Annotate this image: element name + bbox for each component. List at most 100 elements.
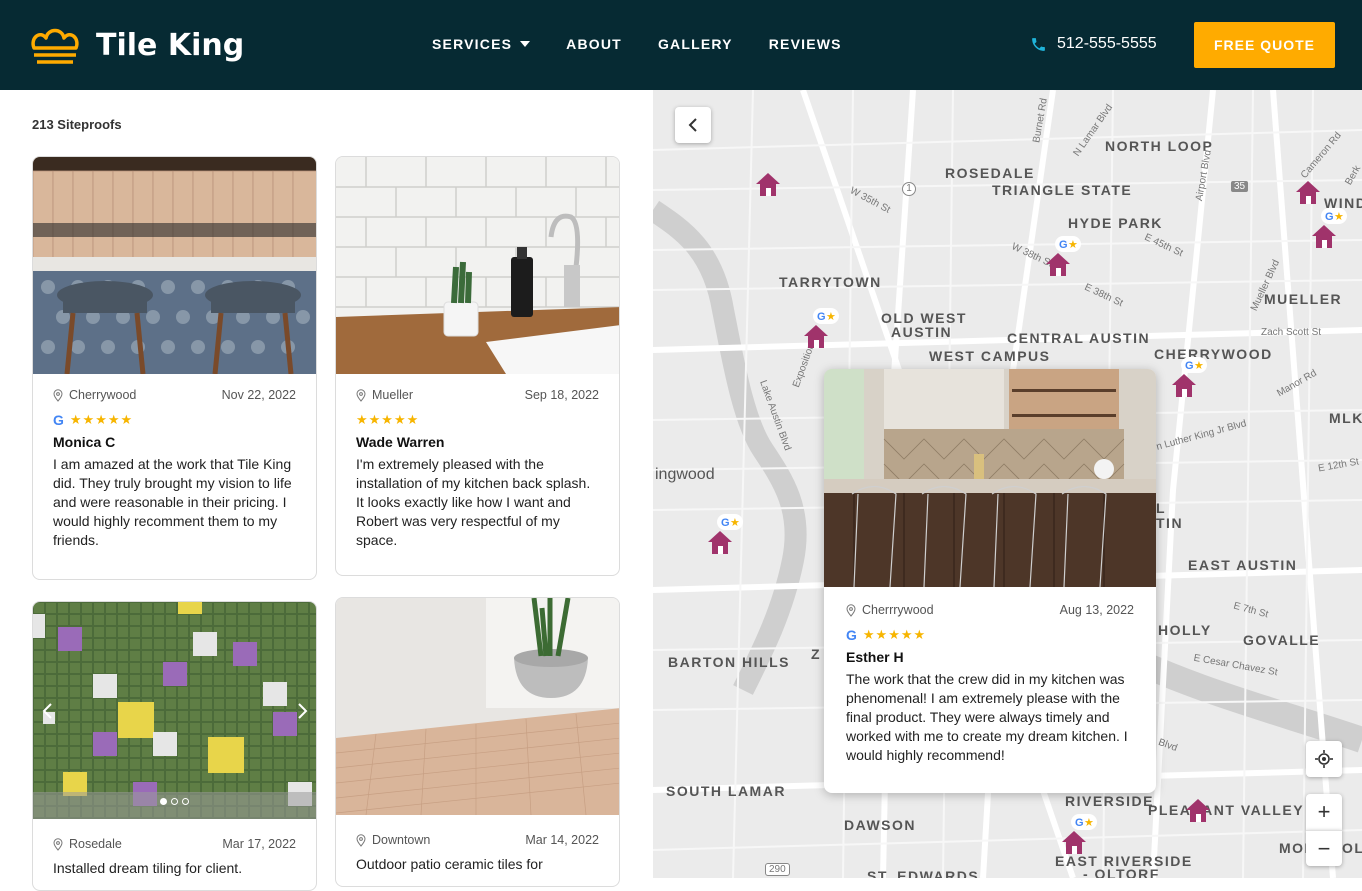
nav-gallery-label: GALLERY [657,36,733,52]
house-pin-icon[interactable] [753,170,787,200]
phone-icon [1032,37,1045,51]
location-pin-icon [356,388,366,402]
map-label: HOLLY [1158,622,1212,638]
svg-text:G: G [721,517,730,529]
map-label: MUELLER [1264,291,1343,307]
map-label: HYDE PARK [1068,215,1163,231]
map-label: - OLTORF [1083,866,1160,878]
review-pin-icon[interactable]: G ★ [801,308,841,350]
svg-text:★: ★ [730,517,740,529]
star-rating: ★★★★★ [356,412,420,427]
popup-location: Cherrrywood [846,603,934,617]
zoom-in-button[interactable]: + [1306,794,1342,830]
review-photo [336,157,619,374]
review-pin-icon[interactable]: G ★ [705,514,745,556]
crown-icon [31,28,79,64]
location-pin-icon [846,603,856,617]
svg-text:★: ★ [1194,360,1204,372]
svg-text:G: G [817,311,826,323]
brand-logo[interactable]: Tile King [28,22,244,68]
popup-photo [824,369,1156,587]
map-label: ST. EDWARDS [867,868,980,878]
google-icon: G [846,627,857,643]
review-location: Downtown [356,833,430,847]
highway-shield: 290 [765,863,790,876]
svg-text:G: G [1185,360,1194,372]
map-label: TARRYTOWN [779,274,882,290]
review-text: Outdoor patio ceramic tiles for [356,856,543,872]
house-pin-icon[interactable] [1183,796,1217,826]
map-label: ROSEDALE [945,165,1035,181]
review-card[interactable]: Downtown Mar 14, 2022 Outdoor patio cera… [335,597,620,887]
review-location-label: Downtown [372,833,431,847]
review-text: Installed dream tiling for client. [53,860,243,876]
carousel-prev-icon[interactable] [41,702,53,720]
phone-link[interactable]: 512-555-5555 [1030,35,1157,53]
star-rating: ★★★★★ [69,412,134,427]
review-date: Mar 17, 2022 [222,837,296,851]
review-location-label: Rosedale [69,837,122,851]
svg-text:G: G [1325,211,1334,223]
caret-down-icon [520,41,531,47]
review-pin-icon[interactable]: G ★ [1043,236,1083,278]
map-label: CENTRAL AUSTIN [1007,330,1151,346]
free-quote-button[interactable]: FREE QUOTE [1194,22,1335,68]
svg-text:G: G [1075,817,1084,829]
nav-reviews-label: REVIEWS [768,36,842,52]
map-review-popup[interactable]: Cherrrywood Aug 13, 2022 G ★★★★★ Esther … [824,369,1156,793]
review-photo [336,598,619,815]
map-label: PLEASANT VALLEY [1148,802,1305,818]
review-pin-icon[interactable]: G ★ [1059,814,1099,856]
nav-gallery[interactable]: GALLERY [658,36,733,52]
location-pin-icon [53,837,63,851]
house-pin-icon[interactable] [1293,178,1327,208]
review-location-label: Cherrywood [69,388,137,402]
review-pin-icon[interactable]: G ★ [1309,208,1349,250]
review-date: Mar 14, 2022 [525,833,599,847]
review-card[interactable]: Cherrywood Nov 22, 2022 G ★★★★★ Monica C… [32,156,317,580]
carousel-dot[interactable] [182,798,189,805]
nav-about-label: ABOUT [566,36,622,52]
map-label: RIVERSIDE [1065,793,1154,809]
map-label: EAST AUSTIN [1188,557,1298,573]
map-label: Z [811,646,822,662]
my-location-button[interactable] [1306,741,1342,777]
map-label: TRIANGLE STATE [992,182,1133,198]
highway-shield: 1 [902,182,916,196]
review-photo-carousel[interactable] [33,602,316,819]
reviewer-name: Wade Warren [356,434,445,450]
carousel-dot-active[interactable] [160,798,167,805]
zoom-out-button[interactable]: − [1306,830,1342,866]
review-pin-icon[interactable]: G ★ [1169,357,1209,399]
map-label: L [1156,500,1167,516]
reviewer-name: Monica C [53,434,116,450]
reviewer-name: Esther H [846,649,904,665]
brand-name: Tile King [96,27,245,63]
map-label: TIN [1156,515,1184,531]
nav-reviews[interactable]: REVIEWS [769,36,842,52]
map-label: WEST CAMPUS [929,348,1051,364]
nav-services[interactable]: SERVICES [432,36,531,52]
review-text: The work that the crew did in my kitchen… [846,671,1128,763]
location-pin-icon [356,833,366,847]
review-location: Rosedale [53,837,122,851]
map-back-button[interactable] [675,107,711,143]
map-label: SOUTH LAMAR [666,783,786,799]
review-location: Cherrywood [53,388,136,402]
nav-about[interactable]: ABOUT [566,36,622,52]
carousel-dot[interactable] [171,798,178,805]
svg-text:★: ★ [1084,817,1094,829]
popup-location-label: Cherrrywood [862,603,934,617]
highway-shield: 35 [1231,181,1249,192]
carousel-next-icon[interactable] [297,702,309,720]
review-card[interactable]: Rosedale Mar 17, 2022 Installed dream ti… [32,601,317,891]
svg-text:G: G [1059,239,1068,251]
carousel-dots[interactable] [160,798,189,805]
popup-date: Aug 13, 2022 [1059,603,1134,617]
map-label: OLI [1342,840,1362,856]
site-header: Tile King SERVICES ABOUT GALLERY REVIEWS… [0,0,1362,90]
review-photo [33,157,316,374]
map-label: GOVALLE [1243,632,1321,648]
map-label: DAWSON [844,817,916,833]
review-card[interactable]: Mueller Sep 18, 2022 ★★★★★ Wade Warren I… [335,156,620,576]
